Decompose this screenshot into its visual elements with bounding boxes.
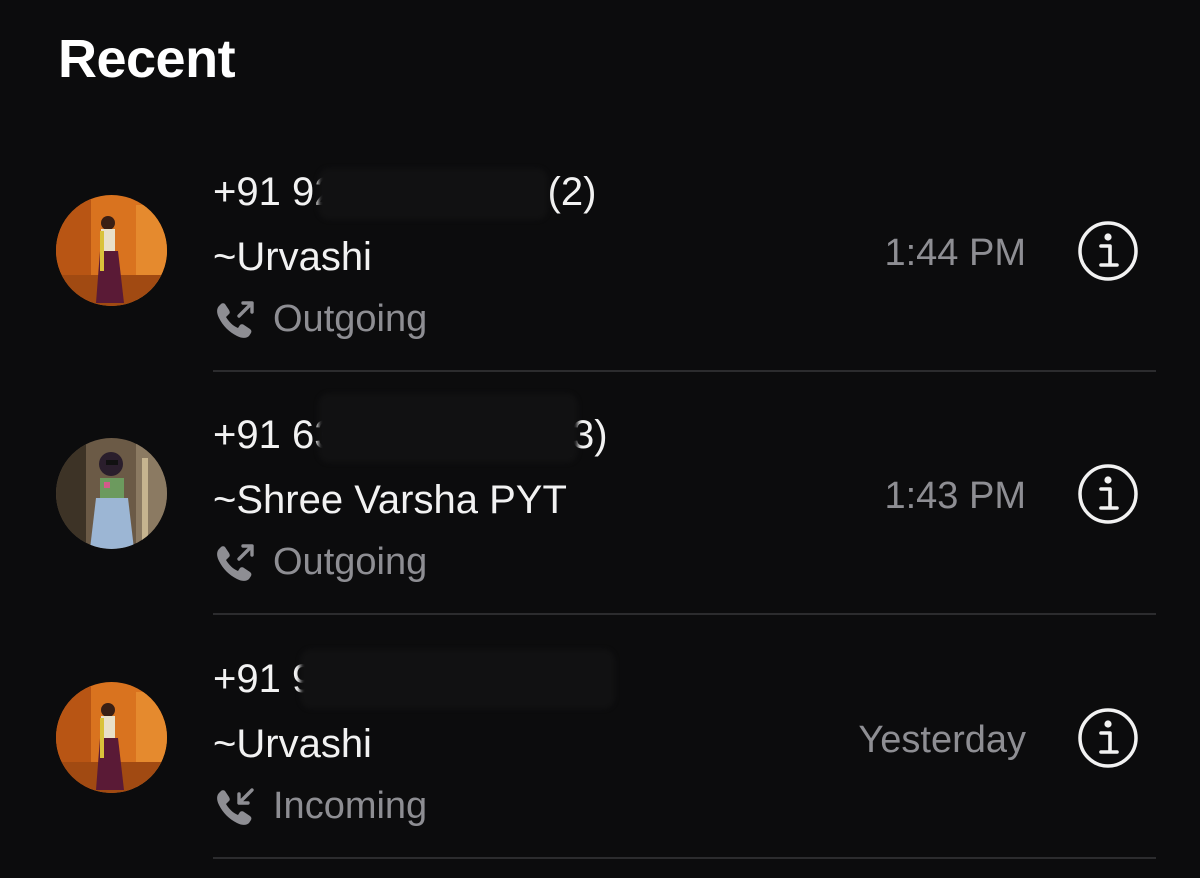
redaction-mark	[318, 168, 548, 220]
info-icon[interactable]	[1077, 707, 1139, 769]
page-title: Recent	[58, 29, 236, 89]
outgoing-call-icon	[213, 300, 259, 340]
call-row[interactable]: +91 92800 85245 ~Urvashi Incoming Yester…	[0, 617, 1200, 861]
call-type-label: Outgoing	[273, 298, 428, 340]
call-type-label: Outgoing	[273, 541, 428, 583]
call-row[interactable]: +91 6335 153 834(3) ~Shree Varsha PYT Ou…	[0, 373, 1200, 617]
avatar	[56, 438, 167, 549]
outgoing-call-icon	[213, 543, 259, 583]
avatar	[56, 682, 167, 793]
row-divider	[213, 857, 1156, 859]
call-type: Outgoing	[213, 541, 427, 584]
redaction-mark	[300, 649, 615, 709]
contact-name: ~Urvashi	[213, 235, 372, 279]
row-divider	[213, 370, 1156, 372]
call-row[interactable]: +91 92800 85245(2) ~Urvashi Outgoing 1:4…	[0, 130, 1200, 374]
redaction-mark	[318, 393, 578, 463]
contact-name: ~Urvashi	[213, 722, 372, 766]
avatar	[56, 195, 167, 306]
call-type: Outgoing	[213, 298, 427, 341]
info-icon[interactable]	[1077, 220, 1139, 282]
incoming-call-icon	[213, 787, 259, 827]
call-count: (2)	[547, 170, 597, 214]
call-type-label: Incoming	[273, 785, 428, 827]
contact-name: ~Shree Varsha PYT	[213, 478, 567, 522]
call-type: Incoming	[213, 785, 427, 828]
call-time: 1:44 PM	[884, 232, 1026, 274]
info-icon[interactable]	[1077, 463, 1139, 525]
call-time: Yesterday	[858, 719, 1026, 761]
call-time: 1:43 PM	[884, 475, 1026, 517]
recents-screen: Recent +91 92800 85245(2) ~Urvashi	[0, 0, 1200, 878]
row-divider	[213, 613, 1156, 615]
